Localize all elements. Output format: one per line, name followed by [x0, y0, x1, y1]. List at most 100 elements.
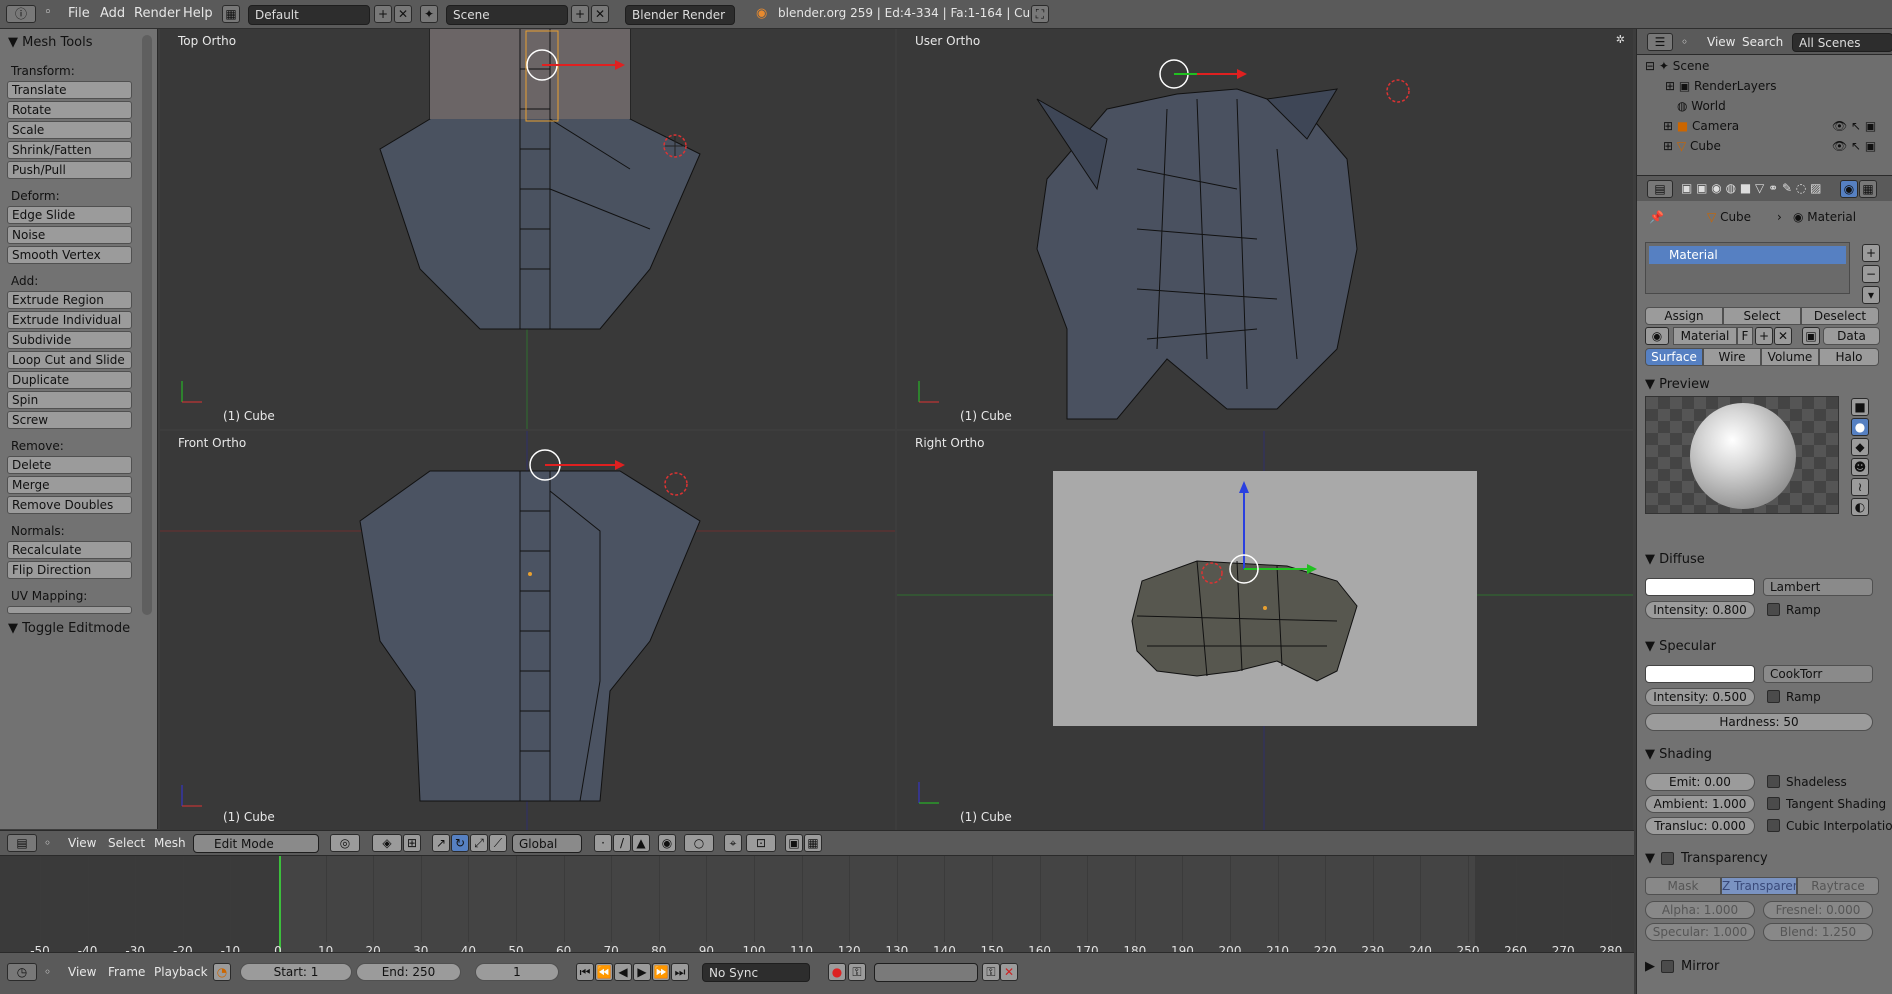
- link-type-icon[interactable]: ▣: [1802, 327, 1820, 345]
- outliner-row-scene[interactable]: ⊟ ✦ Scene: [1645, 59, 1709, 73]
- z-transparency-button[interactable]: Z Transparency: [1721, 877, 1797, 895]
- specular-panel-header[interactable]: ▼ Specular: [1645, 639, 1716, 654]
- transparency-checkbox[interactable]: [1661, 852, 1674, 865]
- diffuse-ramp-checkbox[interactable]: [1767, 603, 1780, 616]
- menu-file[interactable]: File: [68, 6, 90, 21]
- add-slot-icon[interactable]: +: [1862, 244, 1880, 262]
- material-name-field[interactable]: Material: [1673, 327, 1737, 345]
- shading-panel-header[interactable]: ▼ Shading: [1645, 747, 1712, 762]
- outliner-search-menu[interactable]: Search: [1742, 35, 1783, 49]
- mode-select[interactable]: Edit Mode: [193, 834, 319, 853]
- ambient-slider[interactable]: Ambient: 1.000: [1645, 795, 1755, 813]
- end-frame-field[interactable]: End: 250: [356, 963, 461, 981]
- screen-layout-field[interactable]: Default: [248, 5, 370, 25]
- insert-keyframe-icon[interactable]: ⚿: [982, 963, 1000, 981]
- manipulator-toggle-icon[interactable]: ⊞: [403, 834, 421, 852]
- scene-field[interactable]: Scene: [446, 5, 568, 25]
- menu-mesh[interactable]: Mesh: [154, 836, 186, 850]
- context-tabs[interactable]: ▣ ▣ ◉ ◍ ■ ▽ ⚭ ✎ ◌ ▨: [1681, 181, 1821, 195]
- unlink-material-icon[interactable]: ✕: [1774, 327, 1792, 345]
- translate-button[interactable]: Translate: [7, 81, 132, 99]
- play-reverse-icon[interactable]: ◀: [614, 963, 632, 981]
- assign-button[interactable]: Assign: [1645, 307, 1723, 325]
- emit-slider[interactable]: Emit: 0.00: [1645, 773, 1755, 791]
- toggle-editmode-panel[interactable]: ▼ Toggle Editmode: [8, 621, 130, 636]
- cubic-interp-checkbox[interactable]: [1767, 819, 1780, 832]
- menu-render[interactable]: Render: [134, 6, 180, 21]
- raytrace-button[interactable]: Raytrace: [1797, 877, 1879, 895]
- keying-set-icon[interactable]: ⚿: [848, 963, 866, 981]
- transparency-panel-header[interactable]: ▼: [1645, 851, 1655, 866]
- scale-manipulator-icon[interactable]: ⤢: [470, 834, 488, 852]
- texture-tab-icon[interactable]: ▦: [1859, 180, 1877, 198]
- preview-sky-icon[interactable]: ◐: [1851, 498, 1869, 516]
- slot-menu-icon[interactable]: ▾: [1862, 286, 1880, 304]
- duplicate-button[interactable]: Duplicate: [7, 371, 132, 389]
- push-pull-button[interactable]: Push/Pull: [7, 161, 132, 179]
- viewport-user-ortho[interactable]: User Ortho (1) Cube ✲: [897, 29, 1633, 429]
- mirror-checkbox[interactable]: [1661, 960, 1674, 973]
- preview-panel-header[interactable]: ▼ Preview: [1645, 377, 1710, 392]
- menu-add[interactable]: Add: [100, 6, 125, 21]
- visibility-icons[interactable]: 👁 ↖ ▣: [1832, 139, 1876, 153]
- subdivide-button[interactable]: Subdivide: [7, 331, 132, 349]
- outliner-view-menu[interactable]: View: [1707, 35, 1735, 49]
- specular-alpha-slider[interactable]: Specular: 1.000: [1645, 923, 1755, 941]
- loop-cut-button[interactable]: Loop Cut and Slide: [7, 351, 132, 369]
- crumb-cube[interactable]: ▽ Cube: [1707, 210, 1751, 224]
- editor-type-icon[interactable]: ◷: [7, 963, 37, 981]
- jump-end-icon[interactable]: ⏭: [671, 963, 689, 981]
- outliner-editor-icon[interactable]: ☰: [1647, 33, 1673, 51]
- proportional-edit-icon[interactable]: ○: [684, 834, 714, 852]
- hardness-slider[interactable]: Hardness: 50: [1645, 713, 1873, 731]
- specular-intensity-slider[interactable]: Intensity: 0.500: [1645, 688, 1755, 706]
- current-frame-field[interactable]: 1: [475, 963, 559, 981]
- smooth-vertex-button[interactable]: Smooth Vertex: [7, 246, 132, 264]
- tangent-shading-checkbox[interactable]: [1767, 797, 1780, 810]
- vertex-select-icon[interactable]: ·: [594, 834, 612, 852]
- extrude-individual-button[interactable]: Extrude Individual: [7, 311, 132, 329]
- record-icon[interactable]: ●: [828, 963, 846, 981]
- add-layout-icon[interactable]: +: [374, 5, 392, 23]
- remove-slot-icon[interactable]: −: [1862, 265, 1880, 283]
- screw-button[interactable]: Screw: [7, 411, 132, 429]
- new-material-icon[interactable]: +: [1755, 327, 1773, 345]
- specular-ramp-checkbox[interactable]: [1767, 690, 1780, 703]
- sync-mode-select[interactable]: No Sync: [702, 963, 810, 982]
- preview-range-icon[interactable]: ◔: [213, 963, 231, 981]
- fullscreen-icon[interactable]: ⛶: [1031, 5, 1049, 23]
- translucency-slider[interactable]: Transluc: 0.000: [1645, 817, 1755, 835]
- outliner-row-camera[interactable]: ⊞ ■ Camera: [1663, 119, 1739, 133]
- select-button[interactable]: Select: [1723, 307, 1801, 325]
- outliner-row-world[interactable]: ◍ World: [1677, 99, 1726, 113]
- pin-icon[interactable]: 📌: [1649, 210, 1664, 224]
- rotate-manipulator-icon[interactable]: ↻: [451, 834, 469, 852]
- toolshelf-scrollbar[interactable]: [142, 35, 152, 615]
- diffuse-intensity-slider[interactable]: Intensity: 0.800: [1645, 601, 1755, 619]
- shrink-fatten-button[interactable]: Shrink/Fatten: [7, 141, 132, 159]
- orientation-select[interactable]: Global: [512, 834, 582, 853]
- render-anim-icon[interactable]: ▦: [804, 834, 822, 852]
- render-preview-icon[interactable]: ▣: [785, 834, 803, 852]
- merge-button[interactable]: Merge: [7, 476, 132, 494]
- current-frame-indicator[interactable]: [279, 856, 281, 952]
- remove-scene-icon[interactable]: ✕: [591, 5, 609, 23]
- snap-element-icon[interactable]: ⊡: [746, 834, 776, 852]
- edge-select-icon[interactable]: /: [613, 834, 631, 852]
- menu-select[interactable]: Select: [108, 836, 145, 850]
- spin-button[interactable]: Spin: [7, 391, 132, 409]
- remove-doubles-button[interactable]: Remove Doubles: [7, 496, 132, 514]
- shadeless-checkbox[interactable]: [1767, 775, 1780, 788]
- material-browse-icon[interactable]: ◉: [1645, 327, 1669, 345]
- translate-manipulator-icon[interactable]: ↗: [432, 834, 450, 852]
- scene-icon[interactable]: ✦: [420, 5, 438, 23]
- mesh-tools-title[interactable]: ▼ Mesh Tools: [8, 35, 93, 50]
- scale-button[interactable]: Scale: [7, 121, 132, 139]
- outliner-row-renderlayers[interactable]: ⊞ ▣ RenderLayers: [1665, 79, 1776, 93]
- uv-button-partial[interactable]: [7, 606, 132, 614]
- material-tab-icon[interactable]: ◉: [1840, 180, 1858, 198]
- preview-hair-icon[interactable]: ≀: [1851, 478, 1869, 496]
- diffuse-panel-header[interactable]: ▼ Diffuse: [1645, 552, 1705, 567]
- tab-volume[interactable]: Volume: [1761, 348, 1819, 366]
- keying-set-field[interactable]: [874, 963, 978, 982]
